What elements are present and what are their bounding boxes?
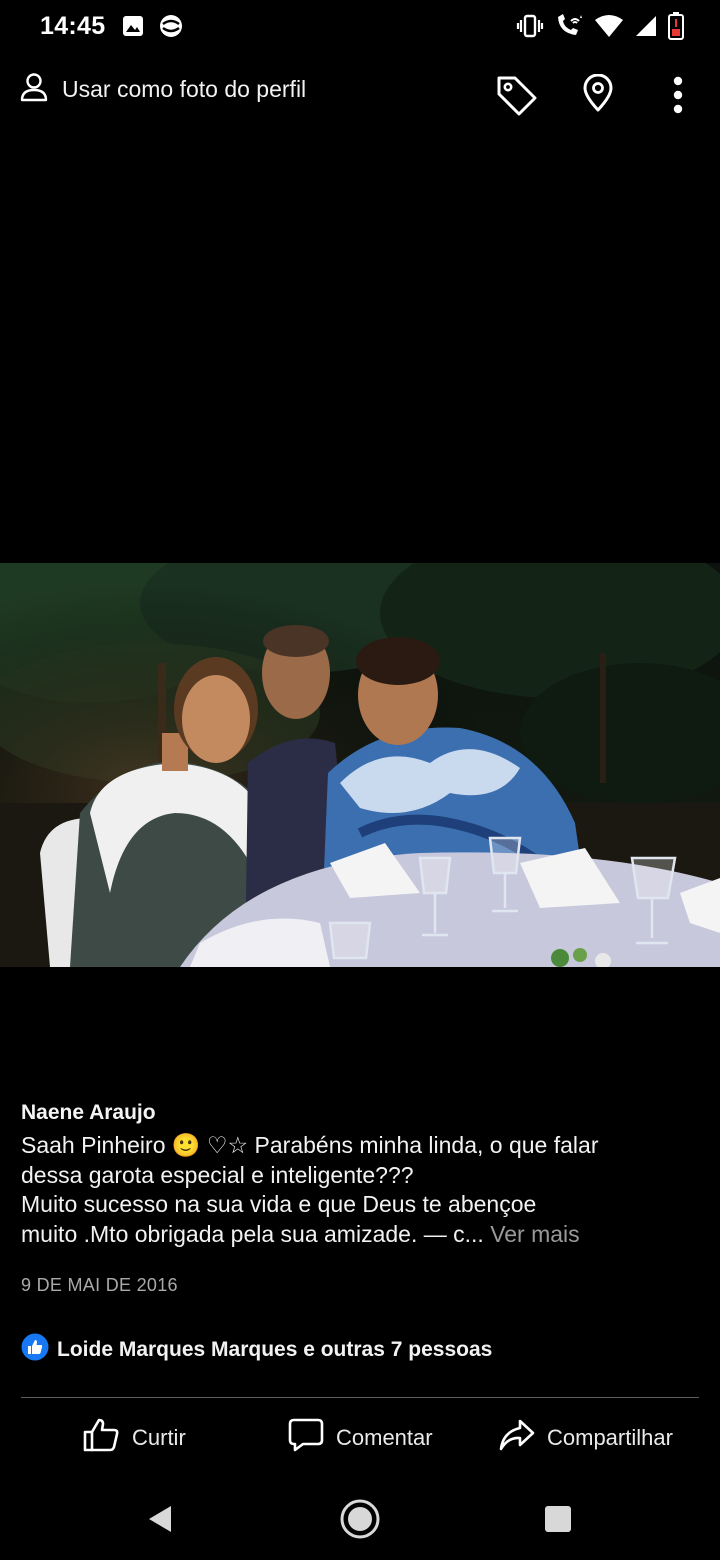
vibrate-icon — [516, 14, 544, 43]
post-photo[interactable] — [0, 563, 720, 967]
wifi-icon — [594, 14, 624, 43]
share-button[interactable]: Compartilhar — [499, 1415, 673, 1461]
gallery-icon — [122, 15, 144, 42]
use-as-profile-photo-label: Usar como foto do perfil — [62, 76, 307, 102]
share-label: Compartilhar — [547, 1425, 673, 1450]
comment-button[interactable]: Comentar — [288, 1415, 433, 1461]
caption-line: dessa garota especial e inteligente??? — [21, 1161, 414, 1188]
thumbs-up-icon — [82, 1417, 120, 1459]
system-nav-bar — [0, 1478, 720, 1560]
post-caption: Saah Pinheiro 🙂 ♡☆ Parabéns minha linda,… — [21, 1131, 681, 1249]
recents-icon[interactable] — [528, 1478, 588, 1560]
post-author[interactable]: Naene Araujo — [21, 1101, 156, 1125]
caption-line: muito .Mto obrigada pela sua amizade. — … — [21, 1220, 484, 1247]
comment-label: Comentar — [336, 1425, 433, 1450]
back-icon[interactable] — [130, 1478, 190, 1560]
status-time: 14:45 — [40, 12, 106, 40]
comment-icon — [288, 1417, 324, 1459]
post-actions: Curtir Comentar Compartilhar — [0, 1415, 720, 1461]
user-icon — [20, 72, 48, 107]
reactions-summary[interactable]: Loide Marques Marques e outras 7 pessoas — [21, 1333, 492, 1366]
divider — [21, 1397, 699, 1398]
location-pin-icon[interactable] — [578, 72, 618, 114]
see-more-link[interactable]: Ver mais — [490, 1221, 579, 1247]
use-as-profile-photo-button[interactable]: Usar como foto do perfil — [20, 72, 306, 107]
share-icon — [499, 1418, 535, 1458]
post-date: 9 DE MAI DE 2016 — [21, 1275, 178, 1295]
wifi-call-icon — [554, 13, 584, 44]
signal-icon — [634, 14, 658, 43]
app-notification-icon — [158, 14, 184, 43]
photo-illustration — [0, 563, 720, 967]
reactions-text: Loide Marques Marques e outras 7 pessoas — [57, 1337, 493, 1361]
more-vertical-icon[interactable] — [664, 72, 692, 118]
status-left-icons — [122, 14, 184, 43]
caption-line: Saah Pinheiro 🙂 ♡☆ Parabéns minha linda,… — [21, 1132, 599, 1158]
battery-low-icon — [668, 12, 684, 45]
caption-line-last: muito .Mto obrigada pela sua amizade. — … — [21, 1220, 681, 1250]
like-button[interactable]: Curtir — [82, 1415, 186, 1461]
like-label: Curtir — [132, 1425, 186, 1450]
status-right-icons — [516, 12, 684, 45]
caption-line: Muito sucesso na sua vida e que Deus te … — [21, 1191, 537, 1217]
like-badge-icon — [21, 1333, 49, 1366]
tag-icon[interactable] — [494, 72, 540, 118]
home-icon[interactable] — [330, 1478, 390, 1560]
